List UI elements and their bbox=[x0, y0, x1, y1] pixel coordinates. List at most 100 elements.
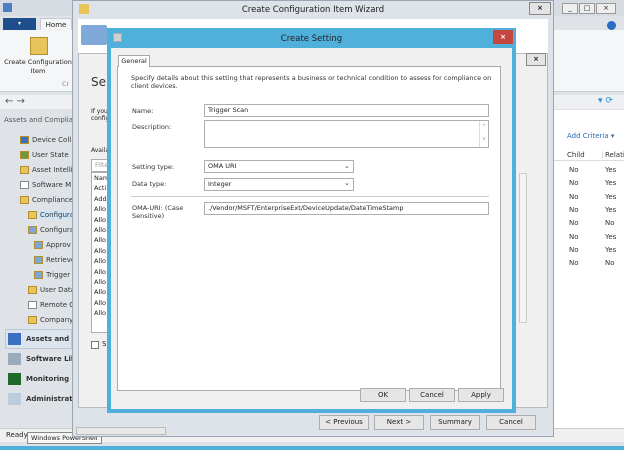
workspace-monitoring[interactable]: Monitoring bbox=[8, 373, 69, 385]
tab-general[interactable]: General bbox=[118, 55, 150, 67]
setting-list-item[interactable]: Allo bbox=[94, 236, 106, 244]
administration-icon bbox=[8, 393, 21, 405]
relation-cell: Yes bbox=[605, 232, 617, 241]
nav-path: Assets and Complia bbox=[4, 116, 74, 124]
setting-list-item[interactable]: Allo bbox=[94, 205, 106, 213]
tree-label: User Data bbox=[40, 286, 75, 294]
ok-button[interactable]: OK bbox=[360, 388, 406, 402]
setting-list-item[interactable]: Allo bbox=[94, 216, 106, 224]
add-criteria-link[interactable]: Add Criteria ▾ bbox=[567, 132, 614, 140]
device-icon bbox=[20, 136, 29, 144]
description-scrollbar[interactable]: ^ v bbox=[479, 121, 488, 147]
tree-item[interactable]: Company bbox=[28, 316, 73, 324]
tree-item[interactable]: Compliance bbox=[20, 196, 73, 204]
tree-item[interactable]: Software M bbox=[20, 181, 71, 189]
minimize-button[interactable]: _ bbox=[562, 3, 578, 14]
create-setting-dialog: Create Setting × General Specify details… bbox=[107, 28, 516, 413]
user-data-icon bbox=[28, 286, 37, 294]
inner-close-button[interactable]: × bbox=[526, 53, 546, 66]
list-scrollbar[interactable] bbox=[519, 173, 527, 323]
tree-item[interactable]: Retrieve bbox=[34, 256, 75, 264]
child-cell: No bbox=[569, 259, 579, 268]
relation-cell: Yes bbox=[605, 192, 617, 201]
setting-list-item[interactable]: Allo bbox=[94, 288, 106, 296]
tree-label: Software M bbox=[32, 181, 72, 189]
folder-icon bbox=[20, 196, 29, 204]
name-input[interactable]: Trigger Scan bbox=[204, 104, 489, 117]
column-child[interactable]: Child bbox=[567, 151, 585, 159]
tree-item[interactable]: User State bbox=[20, 151, 69, 159]
baseline-icon bbox=[28, 226, 37, 234]
workspace-label: Monitoring bbox=[26, 375, 70, 383]
tree-item[interactable]: User Data bbox=[28, 286, 75, 294]
setting-list-item[interactable]: Acti bbox=[94, 184, 106, 192]
setting-list-item[interactable]: Allo bbox=[94, 257, 106, 265]
workspace-label: Assets and C bbox=[26, 335, 77, 343]
help-icon[interactable] bbox=[607, 21, 616, 30]
child-cell: No bbox=[569, 245, 579, 254]
child-cell: No bbox=[569, 232, 579, 241]
relation-cell: No bbox=[605, 259, 615, 268]
setting-list-item[interactable]: Allo bbox=[94, 268, 106, 276]
child-cell: No bbox=[569, 179, 579, 188]
tree-item[interactable]: Trigger bbox=[34, 271, 70, 279]
tree-label: Configura bbox=[40, 211, 75, 219]
data-type-select[interactable]: Integer bbox=[204, 178, 354, 191]
tree-label: Device Coll bbox=[32, 136, 72, 144]
workspace-administration[interactable]: Administratio bbox=[8, 393, 80, 405]
tree-label: Remote C bbox=[40, 301, 75, 309]
maximize-button[interactable]: □ bbox=[579, 3, 595, 14]
setting-list-item[interactable]: Add bbox=[94, 195, 107, 203]
taskbar bbox=[0, 446, 624, 450]
setting-description: Specify details about this setting that … bbox=[131, 74, 492, 90]
dialog-cancel-button[interactable]: Cancel bbox=[409, 388, 455, 402]
data-type-label: Data type: bbox=[132, 180, 167, 188]
tree-label: Retrieve bbox=[46, 256, 76, 264]
tree-item[interactable]: Asset Intelli bbox=[20, 166, 73, 174]
column-relati[interactable]: Relati bbox=[602, 151, 624, 159]
next-button[interactable]: Next > bbox=[374, 415, 424, 430]
oma-uri-input[interactable]: ./Vendor/MSFT/EnterpriseExt/DeviceUpdate… bbox=[204, 202, 489, 215]
previous-button[interactable]: < Previous bbox=[319, 415, 369, 430]
dialog-close-button[interactable]: × bbox=[493, 30, 513, 44]
cancel-button[interactable]: Cancel bbox=[486, 415, 536, 430]
setting-list-item[interactable]: Allo bbox=[94, 278, 106, 286]
dialog-title: Create Setting bbox=[280, 34, 343, 44]
remote-icon bbox=[28, 301, 37, 309]
description-input[interactable] bbox=[204, 120, 489, 148]
relation-cell: Yes bbox=[605, 179, 617, 188]
create-ci-button[interactable]: Create Configuration Item bbox=[4, 58, 72, 76]
workspace-assets[interactable]: Assets and C bbox=[8, 333, 77, 345]
workspace-software[interactable]: Software Libr bbox=[8, 353, 79, 365]
setting-list-item[interactable]: Allo bbox=[94, 309, 106, 317]
tree-label: Asset Intelli bbox=[32, 166, 73, 174]
wizard-title: Create Configuration Item Wizard bbox=[241, 5, 385, 15]
setting-list-item[interactable]: Allo bbox=[94, 226, 106, 234]
relation-cell: Yes bbox=[605, 245, 617, 254]
folder-icon bbox=[20, 166, 29, 174]
item-icon bbox=[34, 241, 43, 249]
tree-item[interactable]: Device Coll bbox=[20, 136, 71, 144]
tree-label: Trigger bbox=[46, 271, 71, 279]
setting-type-label: Setting type: bbox=[132, 163, 175, 171]
horizontal-scrollbar[interactable] bbox=[76, 427, 166, 435]
checkbox-label: S bbox=[102, 340, 107, 348]
tree-item[interactable]: Approv bbox=[34, 241, 71, 249]
refresh-icon[interactable]: ▾ ⟳ bbox=[598, 96, 613, 106]
apply-button[interactable]: Apply bbox=[458, 388, 504, 402]
setting-type-select[interactable]: OMA URI bbox=[204, 160, 354, 173]
tree-item-selected[interactable]: Configura bbox=[28, 211, 75, 219]
setting-list-item[interactable]: Allo bbox=[94, 299, 106, 307]
back-button[interactable]: ← → bbox=[5, 96, 25, 107]
summary-button[interactable]: Summary bbox=[430, 415, 480, 430]
relation-cell: No bbox=[605, 219, 615, 228]
tree-item[interactable]: Remote C bbox=[28, 301, 74, 309]
tree-label: User State bbox=[32, 151, 69, 159]
file-tab[interactable]: ▾ bbox=[3, 18, 36, 30]
tree-item[interactable]: Configura bbox=[28, 226, 74, 234]
close-button[interactable]: × bbox=[596, 3, 616, 14]
setting-list-item[interactable]: Allo bbox=[94, 247, 106, 255]
app-icon bbox=[3, 3, 12, 12]
checkbox[interactable] bbox=[91, 341, 99, 349]
wizard-close-button[interactable]: × bbox=[529, 2, 551, 15]
